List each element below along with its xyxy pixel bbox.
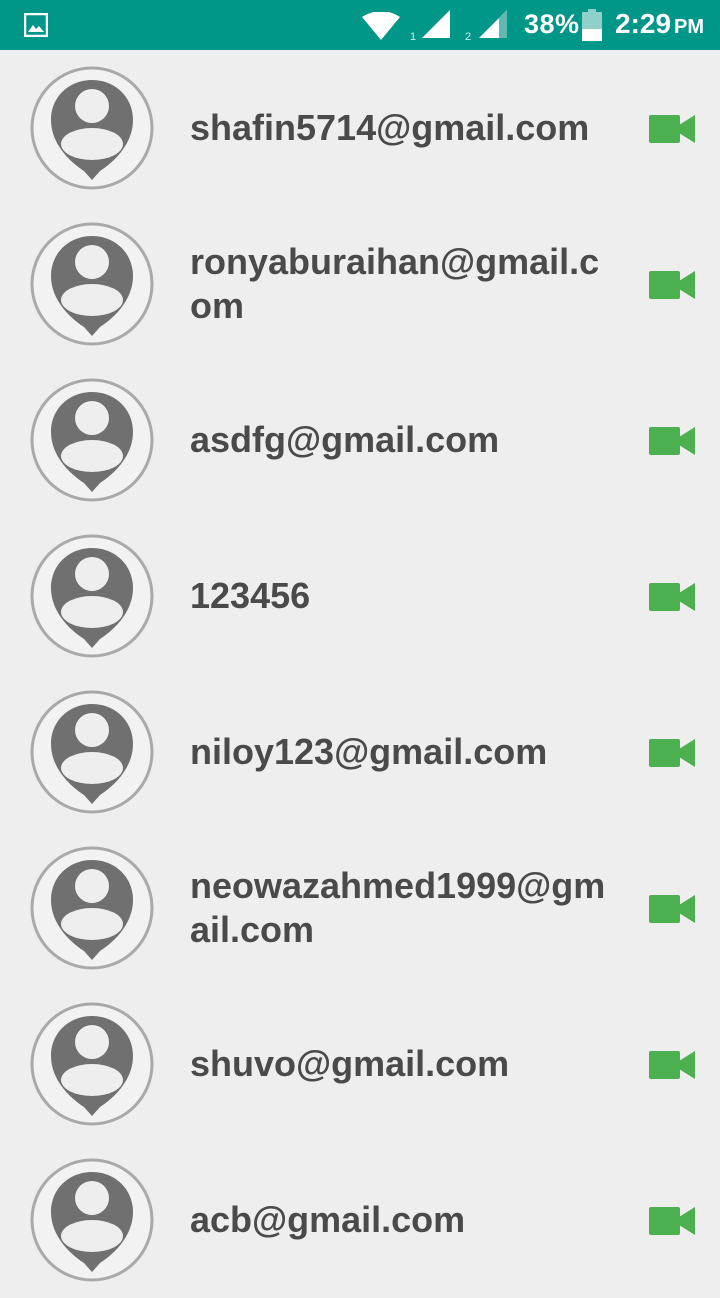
sim2-label: 2 bbox=[465, 31, 471, 42]
avatar-icon bbox=[30, 534, 154, 658]
video-call-icon[interactable] bbox=[648, 1205, 696, 1237]
contact-row[interactable]: niloy123@gmail.com bbox=[0, 674, 720, 830]
avatar-icon bbox=[30, 846, 154, 970]
avatar-icon bbox=[30, 378, 154, 502]
signal-icon: 1 bbox=[410, 10, 450, 42]
video-call-icon[interactable] bbox=[648, 1049, 696, 1081]
contact-name: shuvo@gmail.com bbox=[190, 1043, 510, 1084]
avatar-icon bbox=[30, 1158, 154, 1282]
sim1-label: 1 bbox=[410, 31, 416, 42]
avatar-icon bbox=[30, 690, 154, 814]
contact-row[interactable]: ronyaburaihan@gmail.com bbox=[0, 206, 720, 362]
contact-row[interactable]: neowazahmed1999@gmail.com bbox=[0, 830, 720, 986]
contact-name: neowazahmed1999@gmail.com bbox=[190, 865, 606, 950]
video-call-icon[interactable] bbox=[648, 269, 696, 301]
clock-ampm: PM bbox=[674, 16, 705, 38]
clock: 2:29 PM bbox=[615, 8, 704, 40]
status-bar: 1 2 38% 2:29 PM bbox=[0, 0, 720, 50]
battery-icon bbox=[582, 9, 602, 41]
contact-row[interactable]: shuvo@gmail.com bbox=[0, 986, 720, 1142]
contact-row[interactable]: acb@gmail.com bbox=[0, 1142, 720, 1298]
avatar-icon bbox=[30, 1002, 154, 1126]
video-call-icon[interactable] bbox=[648, 893, 696, 925]
video-call-icon[interactable] bbox=[648, 425, 696, 457]
contact-row[interactable]: 123456 bbox=[0, 518, 720, 674]
gallery-icon bbox=[24, 13, 48, 37]
contact-name: 123456 bbox=[190, 575, 311, 616]
avatar-icon bbox=[30, 222, 154, 346]
contact-name: niloy123@gmail.com bbox=[190, 731, 548, 772]
contact-row[interactable]: shafin5714@gmail.com bbox=[0, 50, 720, 206]
contact-name: asdfg@gmail.com bbox=[190, 419, 500, 460]
video-call-icon[interactable] bbox=[648, 113, 696, 145]
video-call-icon[interactable] bbox=[648, 737, 696, 769]
contact-list: shafin5714@gmail.com ronyaburaihan@gmail… bbox=[0, 50, 720, 1298]
contact-row[interactable]: asdfg@gmail.com bbox=[0, 362, 720, 518]
video-call-icon[interactable] bbox=[648, 581, 696, 613]
contact-name: ronyaburaihan@gmail.com bbox=[190, 241, 600, 326]
contact-name: acb@gmail.com bbox=[190, 1199, 466, 1240]
battery-percent: 38% bbox=[524, 9, 580, 39]
wifi-icon bbox=[362, 12, 400, 40]
signal-icon-2: 2 bbox=[465, 10, 507, 42]
contact-name: shafin5714@gmail.com bbox=[190, 107, 590, 148]
avatar-icon bbox=[30, 66, 154, 190]
clock-time: 2:29 bbox=[615, 8, 672, 39]
